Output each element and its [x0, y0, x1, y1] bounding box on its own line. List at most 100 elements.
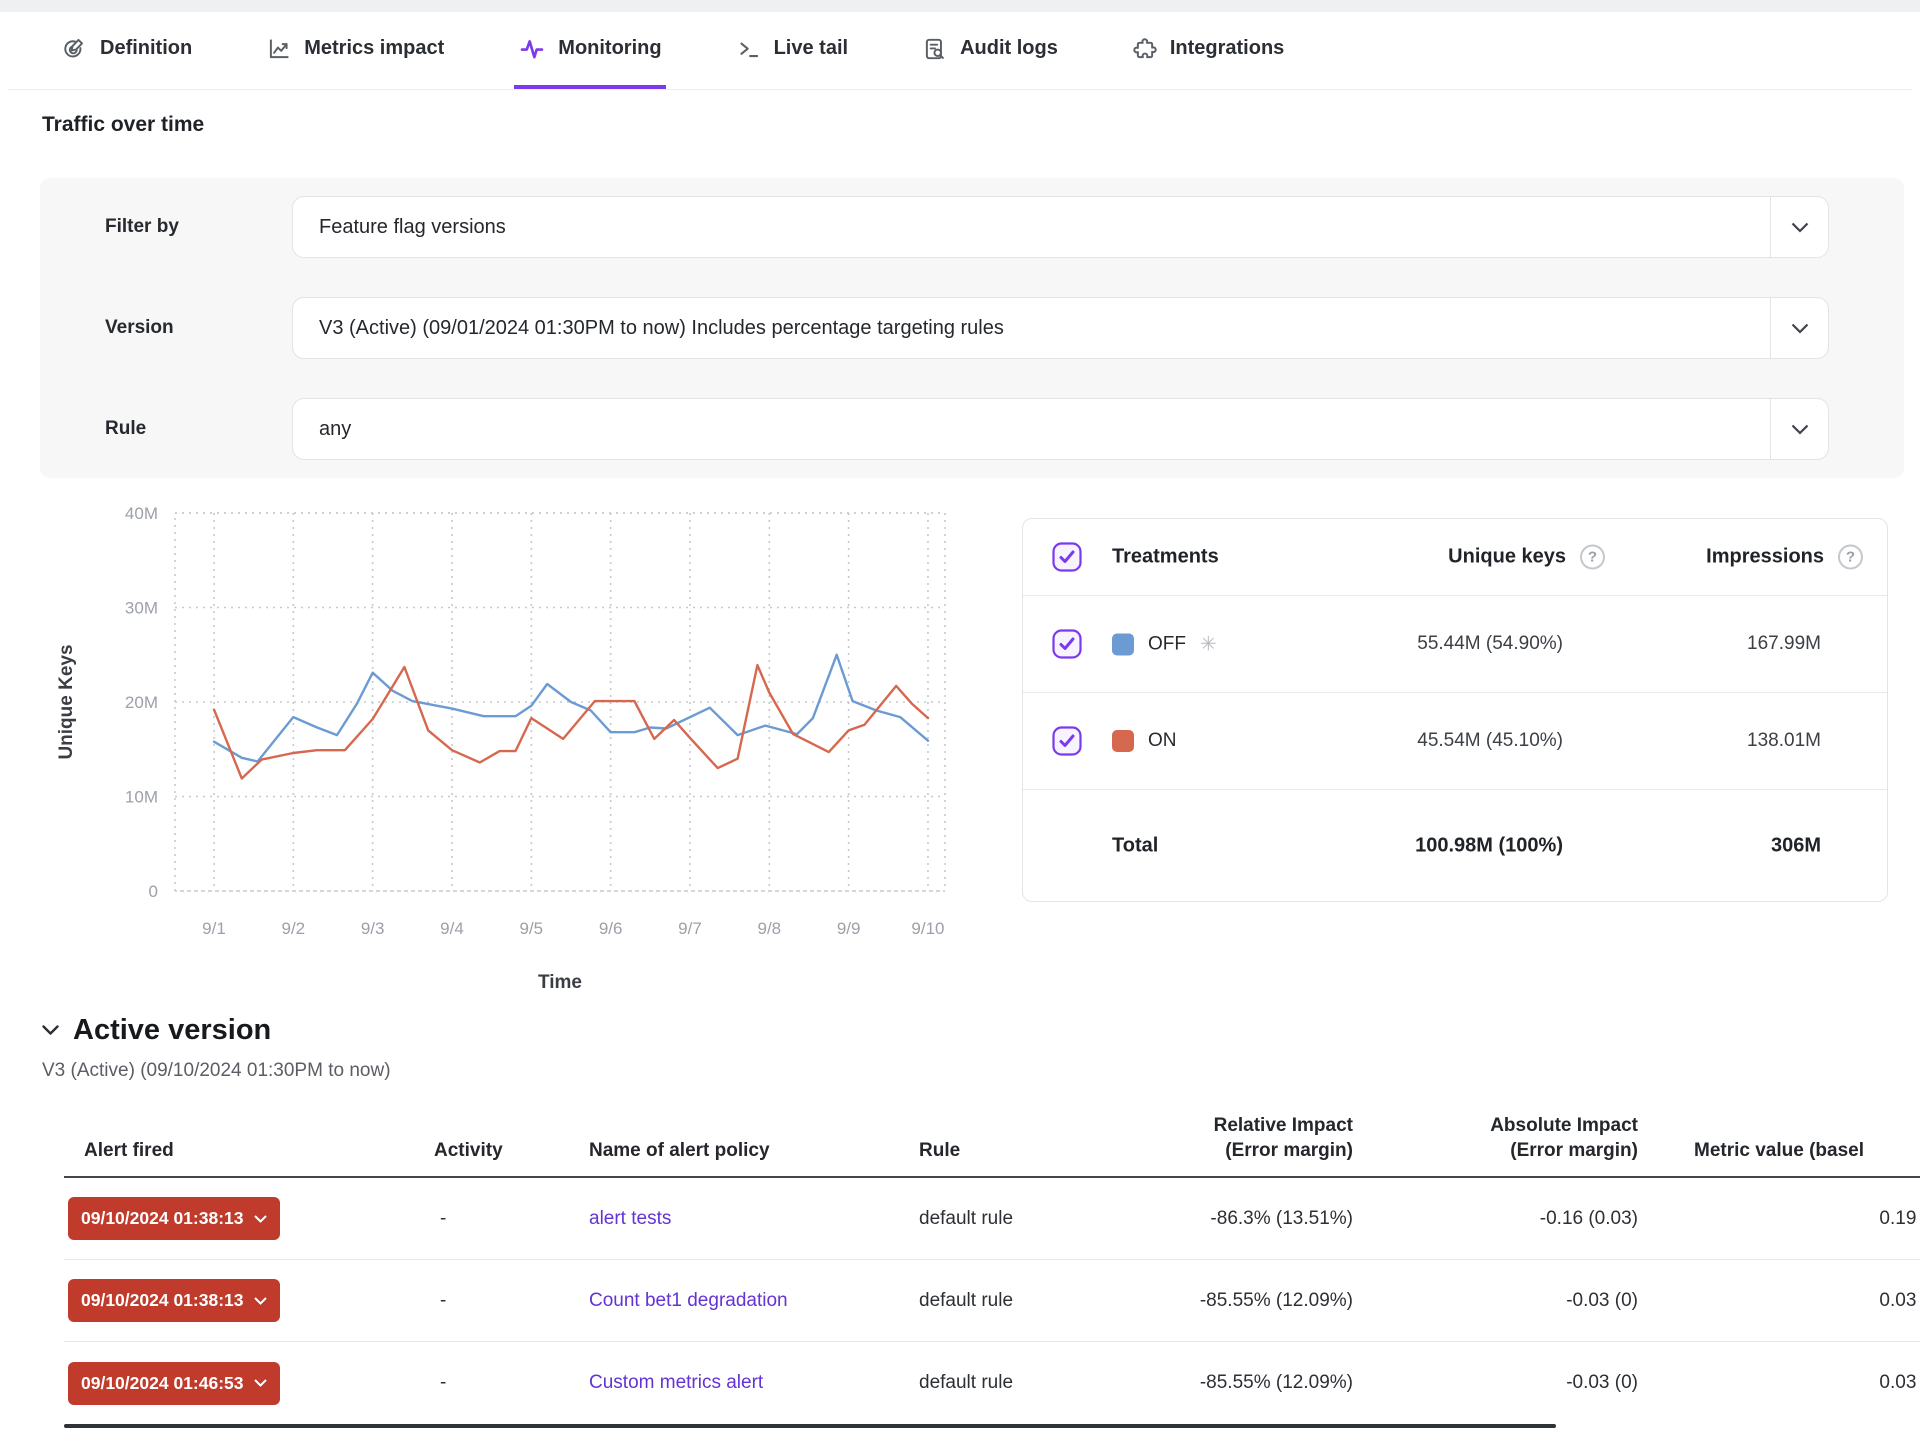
active-version-toggle[interactable]: Active version	[42, 1014, 271, 1047]
chevron-down-icon	[42, 1025, 59, 1036]
treatment-name: OFF	[1148, 633, 1186, 655]
help-icon[interactable]: ?	[1580, 545, 1605, 570]
alert-policy-link[interactable]: Custom metrics alert	[589, 1372, 763, 1393]
treatments-panel: Treatments Unique keys ? Impressions ? O…	[1022, 518, 1888, 902]
active-version-title: Active version	[73, 1014, 271, 1047]
svg-text:40M: 40M	[125, 504, 158, 523]
horizontal-scrollbar-thumb[interactable]	[64, 1424, 1556, 1428]
alert-fired-badge[interactable]: 09/10/2024 01:38:13	[68, 1197, 280, 1240]
unique-keys-column-header: Unique keys	[1448, 546, 1566, 569]
filter-row-rule: Rule any	[40, 398, 1904, 460]
svg-text:9/6: 9/6	[599, 919, 623, 938]
alert-relative-impact: -85.55% (12.09%)	[1079, 1290, 1359, 1312]
svg-text:9/8: 9/8	[757, 919, 781, 938]
total-impressions: 306M	[1771, 835, 1821, 858]
filter-by-value: Feature flag versions	[319, 216, 506, 239]
svg-text:10M: 10M	[125, 788, 158, 807]
audit-logs-icon	[922, 36, 948, 62]
alert-absolute-impact: -0.03 (0)	[1359, 1372, 1644, 1394]
page-title: Traffic over time	[42, 113, 204, 137]
live-tail-icon	[736, 36, 762, 62]
page-top-strip	[0, 0, 1920, 12]
traffic-over-time-chart: 010M20M30M40M9/19/29/39/49/59/69/79/89/9…	[0, 460, 1000, 1020]
tab-integrations[interactable]: Integrations	[1128, 12, 1288, 89]
version-value: V3 (Active) (09/01/2024 01:30PM to now) …	[319, 317, 1004, 340]
rule-dropdown[interactable]: any	[292, 398, 1829, 460]
alert-absolute-impact: -0.16 (0.03)	[1359, 1208, 1644, 1230]
svg-text:9/4: 9/4	[440, 919, 464, 938]
svg-text:9/1: 9/1	[202, 919, 226, 938]
tab-label: Audit logs	[960, 37, 1058, 60]
svg-text:9/2: 9/2	[282, 919, 306, 938]
total-unique-keys: 100.98M (100%)	[1415, 835, 1563, 858]
chevron-down-icon	[254, 1379, 267, 1387]
tab-label: Integrations	[1170, 37, 1284, 60]
col-relative-impact: Relative Impact(Error margin)	[1079, 1113, 1359, 1164]
rule-value: any	[319, 418, 351, 441]
col-metric-value: Metric value (basel	[1644, 1138, 1920, 1164]
alert-rule: default rule	[919, 1208, 1079, 1230]
tab-metrics-impact[interactable]: Metrics impact	[262, 12, 448, 89]
chevron-down-icon[interactable]	[1770, 399, 1828, 459]
treatments-header-row: Treatments Unique keys ? Impressions ?	[1023, 519, 1887, 596]
chevron-down-icon[interactable]	[1770, 298, 1828, 358]
alert-relative-impact: -86.3% (13.51%)	[1079, 1208, 1359, 1230]
on-impressions: 138.01M	[1747, 730, 1821, 752]
help-icon[interactable]: ?	[1838, 545, 1863, 570]
svg-text:0: 0	[149, 882, 158, 901]
tab-monitoring[interactable]: Monitoring	[514, 12, 665, 89]
svg-text:9/3: 9/3	[361, 919, 385, 938]
off-checkbox[interactable]	[1052, 629, 1082, 659]
treatment-row-on: ON 45.54M (45.10%) 138.01M	[1023, 693, 1887, 790]
col-absolute-impact: Absolute Impact(Error margin)	[1359, 1113, 1644, 1164]
off-unique-keys: 55.44M (54.90%)	[1417, 633, 1563, 655]
version-dropdown[interactable]: V3 (Active) (09/01/2024 01:30PM to now) …	[292, 297, 1829, 359]
on-series-swatch	[1112, 730, 1134, 752]
alert-relative-impact: -85.55% (12.09%)	[1079, 1372, 1359, 1394]
treatment-name: ON	[1148, 730, 1177, 752]
col-alert-fired: Alert fired	[64, 1138, 434, 1164]
tab-audit-logs[interactable]: Audit logs	[918, 12, 1062, 89]
tab-label: Live tail	[774, 37, 848, 60]
alerts-table: Alert fired Activity Name of alert polic…	[64, 1098, 1920, 1424]
total-label: Total	[1112, 835, 1158, 858]
filter-by-dropdown[interactable]: Feature flag versions	[292, 196, 1829, 258]
active-version-subtitle: V3 (Active) (09/10/2024 01:30PM to now)	[42, 1060, 391, 1082]
snowflake-icon: ✳	[1200, 632, 1217, 657]
alert-absolute-impact: -0.03 (0)	[1359, 1290, 1644, 1312]
alert-rule: default rule	[919, 1372, 1079, 1394]
alert-fired-badge[interactable]: 09/10/2024 01:46:53	[68, 1362, 280, 1405]
metrics-impact-icon	[266, 36, 292, 62]
impressions-column-header: Impressions	[1706, 546, 1824, 569]
rule-label: Rule	[105, 398, 146, 460]
definition-icon	[62, 36, 88, 62]
alert-activity: -	[434, 1290, 589, 1312]
alert-metric-value: 0.03 (	[1644, 1290, 1920, 1312]
integrations-icon	[1132, 36, 1158, 62]
filter-panel: Filter by Feature flag versions Version …	[40, 178, 1904, 478]
alert-metric-value: 0.19 (	[1644, 1208, 1920, 1230]
svg-text:20M: 20M	[125, 693, 158, 712]
svg-text:9/7: 9/7	[678, 919, 702, 938]
treatment-row-off: OFF ✳ 55.44M (54.90%) 167.99M	[1023, 596, 1887, 693]
filter-row-filter-by: Filter by Feature flag versions	[40, 196, 1904, 258]
tab-live-tail[interactable]: Live tail	[732, 12, 852, 89]
alert-fired-badge[interactable]: 09/10/2024 01:38:13	[68, 1279, 280, 1322]
version-label: Version	[105, 297, 174, 359]
chevron-down-icon	[254, 1215, 267, 1223]
chevron-down-icon[interactable]	[1770, 197, 1828, 257]
treatments-total-row: Total 100.98M (100%) 306M	[1023, 790, 1887, 902]
alert-policy-link[interactable]: alert tests	[589, 1208, 671, 1229]
select-all-checkbox[interactable]	[1052, 542, 1082, 572]
filter-by-label: Filter by	[105, 196, 179, 258]
alert-row: 09/10/2024 01:46:53 - Custom metrics ale…	[64, 1342, 1920, 1424]
svg-text:Unique Keys: Unique Keys	[56, 644, 77, 759]
on-checkbox[interactable]	[1052, 726, 1082, 756]
col-activity: Activity	[434, 1138, 589, 1164]
svg-text:30M: 30M	[125, 599, 158, 618]
tab-definition[interactable]: Definition	[58, 12, 196, 89]
alert-row: 09/10/2024 01:38:13 - Count bet1 degrada…	[64, 1260, 1920, 1342]
svg-text:9/5: 9/5	[519, 919, 543, 938]
alert-policy-link[interactable]: Count bet1 degradation	[589, 1290, 788, 1311]
svg-text:9/10: 9/10	[911, 919, 944, 938]
